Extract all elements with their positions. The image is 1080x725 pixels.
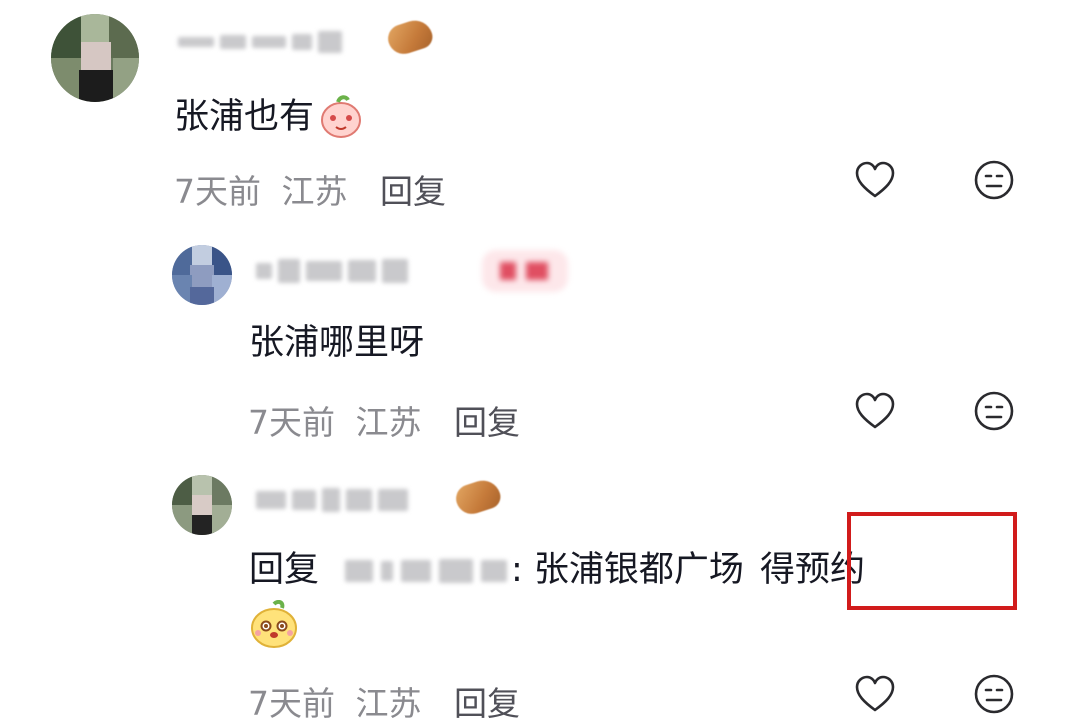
- comment-location: 江苏: [281, 172, 348, 211]
- heart-outline-icon: [855, 675, 895, 712]
- username-blurred[interactable]: [178, 26, 342, 58]
- reply-button[interactable]: 回复: [380, 172, 446, 211]
- meh-face-icon: [974, 674, 1014, 714]
- badge-emoji-icon: [452, 475, 504, 519]
- meh-face-icon: [974, 391, 1014, 431]
- like-button[interactable]: [853, 389, 897, 433]
- comment-text: 张浦哪里呀: [249, 323, 425, 363]
- mentioned-username-blurred[interactable]: [345, 556, 508, 586]
- peach-sticker-icon: [321, 95, 362, 138]
- reply-button[interactable]: 回复: [454, 403, 520, 442]
- comment-text: : 张浦银都广场: [511, 550, 744, 590]
- like-button[interactable]: [853, 672, 897, 716]
- comment-location: 江苏: [355, 684, 422, 723]
- username-blurred[interactable]: [256, 254, 408, 288]
- dislike-button[interactable]: [972, 672, 1016, 716]
- meh-face-icon: [974, 160, 1014, 200]
- comment-text: 张浦也有: [174, 96, 315, 137]
- comment-time: 7天前: [248, 684, 335, 723]
- comment-reply-line: 回复 : 张浦银都广场 得预约: [249, 553, 865, 588]
- avatar[interactable]: [51, 14, 139, 102]
- dislike-button[interactable]: [972, 158, 1016, 202]
- highlight-box: [847, 512, 1017, 610]
- like-button[interactable]: [853, 158, 897, 202]
- comment-location: 江苏: [355, 403, 422, 442]
- cute-sticker-icon: [251, 600, 297, 648]
- badge-emoji-icon: [384, 15, 436, 59]
- avatar[interactable]: [172, 245, 232, 305]
- reply-prefix: 回复: [249, 550, 320, 590]
- dislike-button[interactable]: [972, 389, 1016, 433]
- username-blurred[interactable]: [256, 484, 408, 516]
- comment-time: 7天前: [248, 403, 335, 442]
- comment-time: 7天前: [174, 172, 261, 211]
- level-badge: [482, 250, 568, 292]
- heart-outline-icon: [855, 161, 895, 198]
- reply-button[interactable]: 回复: [454, 684, 520, 723]
- avatar[interactable]: [172, 475, 232, 535]
- heart-outline-icon: [855, 392, 895, 429]
